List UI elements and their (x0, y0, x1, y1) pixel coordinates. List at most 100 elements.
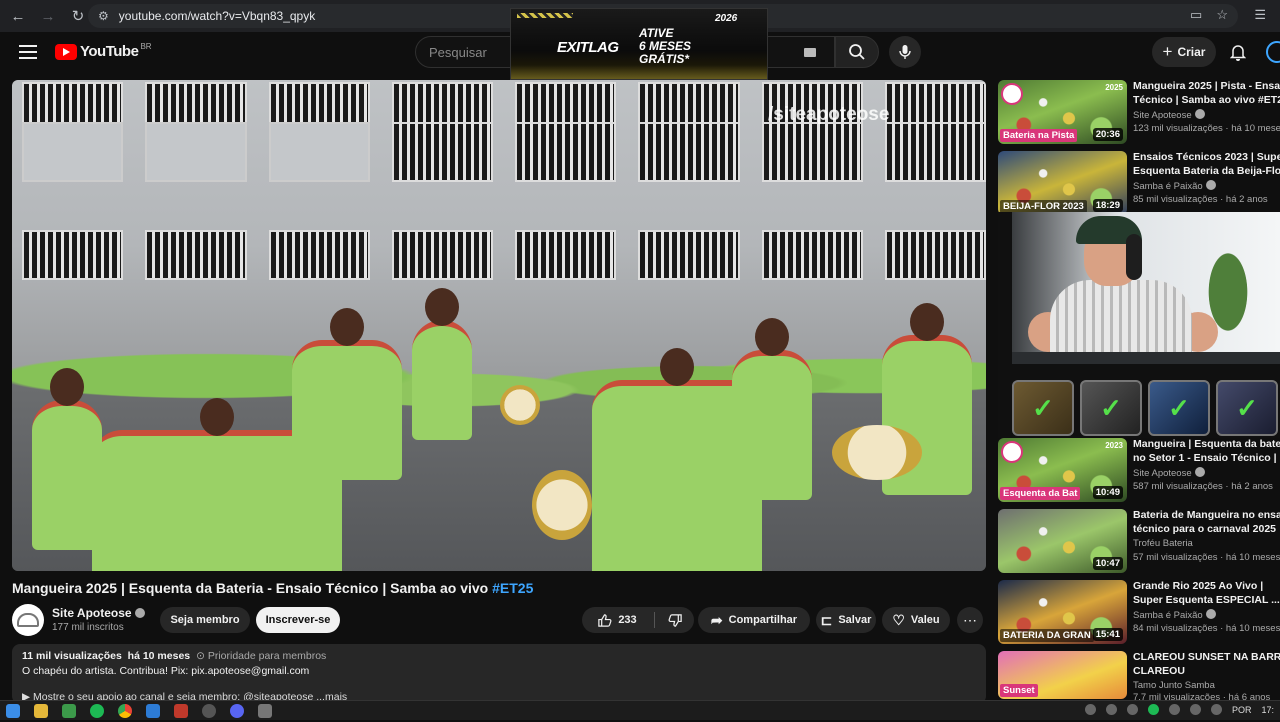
recommendation-channel[interactable]: Tamo Junto Samba (1133, 680, 1215, 691)
dislike-button[interactable] (660, 607, 690, 633)
bookmark-icon: ⊏ (820, 611, 833, 628)
performer (412, 288, 472, 440)
recommendation-title[interactable]: Mangueira | Esquenta da bateria no Setor … (1133, 438, 1280, 465)
recommendation-title[interactable]: CLAREOU SUNSET NA BARRA | CLAREOU (1133, 651, 1280, 678)
drum (832, 425, 922, 480)
file-explorer-icon[interactable] (34, 704, 48, 718)
account-avatar[interactable] (1266, 41, 1280, 63)
app-icon[interactable] (174, 704, 188, 718)
recommendation-channel[interactable]: Site Apoteose (1133, 467, 1205, 479)
join-label: Seja membro (170, 614, 240, 626)
volume-icon[interactable] (1210, 704, 1222, 715)
thumbnail-year: 2025 (1105, 83, 1123, 92)
cast-icon[interactable]: ▭ (1190, 7, 1202, 23)
recommendation-channel[interactable]: Site Apoteose (1133, 109, 1205, 121)
youtube-logo[interactable]: YouTube BR (55, 42, 152, 60)
spotify-icon[interactable] (90, 704, 104, 718)
video-hashtag-link[interactable]: #ET25 (492, 580, 533, 596)
recommendation-item[interactable]: 2023 Esquenta da Bat 10:49 Mangueira | Esq… (998, 438, 1280, 509)
video-title-text: Mangueira 2025 | Esquenta da Bateria - E… (12, 580, 493, 596)
video-thumbnail[interactable]: BATERIA DA GRAN 15:41 (998, 580, 1127, 644)
share-label: Compartilhar (728, 614, 798, 626)
search-icon (849, 44, 865, 60)
channel-logo (1001, 441, 1023, 463)
country-code: BR (140, 42, 152, 51)
description-box[interactable]: 11 mil visualizações há 10 meses ⊙ Priori… (12, 644, 986, 704)
forward-icon[interactable]: → (36, 4, 60, 28)
os-taskbar: POR 17: (0, 700, 1280, 720)
create-button[interactable]: + Criar (1152, 37, 1216, 67)
recommendation-channel[interactable]: Samba é Paixão (1133, 180, 1216, 192)
back-icon[interactable]: ← (6, 4, 30, 28)
video-player[interactable]: /siteapoteose (12, 80, 986, 571)
recommendation-channel[interactable]: Troféu Bateria (1133, 538, 1193, 549)
settings-icon[interactable] (258, 704, 272, 718)
subscribe-button[interactable]: Inscrever-se (256, 607, 340, 633)
video-thumbnail[interactable]: 10:47 (998, 509, 1127, 573)
tray-icon[interactable] (1168, 704, 1180, 715)
notifications-button[interactable] (1228, 42, 1248, 62)
video-thumbnail[interactable]: 2023 Esquenta da Bat 10:49 (998, 438, 1127, 502)
menu-icon[interactable] (18, 42, 38, 62)
reading-list-icon[interactable]: ☰ (1254, 7, 1266, 23)
recommendation-title[interactable]: Grande Rio 2025 Ao Vivo | Super Esquenta … (1133, 580, 1280, 607)
checkmark-icon: ✓ (1080, 380, 1142, 436)
channel-row: Site Apoteose 177 mil inscritos Seja mem… (12, 604, 986, 636)
recommendation-title[interactable]: Mangueira 2025 | Pista - Ensaio Técnico |… (1133, 80, 1280, 107)
recommendation-item[interactable]: 2025 Bateria na Pista 20:36 Mangueira 2025… (998, 80, 1280, 151)
recommendation-title[interactable]: Bateria de Mangueira no ensaio técnico pa… (1133, 509, 1280, 536)
channel-avatar[interactable] (12, 604, 44, 636)
app-icon[interactable] (62, 704, 76, 718)
tray-icon[interactable] (1126, 704, 1138, 715)
more-actions-button[interactable]: ⋯ (957, 607, 983, 633)
ad-stripe (517, 13, 573, 18)
video-thumbnail[interactable]: 2025 Bateria na Pista 20:36 (998, 80, 1127, 144)
recommendation-stats: 84 mil visualizações · há 10 meses (1133, 623, 1280, 634)
verified-icon (1194, 467, 1205, 477)
reload-icon[interactable]: ↻ (66, 4, 90, 28)
voice-search-button[interactable] (889, 36, 921, 68)
recommendation-item[interactable]: BATERIA DA GRAN 15:41 Grande Rio 2025 Ao … (998, 580, 1280, 651)
channel-name[interactable]: Site Apoteose (52, 606, 145, 620)
video-duration: 10:49 (1092, 486, 1123, 499)
channel-logo (1001, 83, 1023, 105)
bookmark-star-icon[interactable]: ☆ (1216, 7, 1228, 23)
video-title: Mangueira 2025 | Esquenta da Bateria - E… (12, 580, 533, 596)
verified-icon (1194, 109, 1205, 119)
site-info-icon[interactable]: ⚙ (98, 9, 109, 23)
recommendations-list: 2025 Bateria na Pista 20:36 Mangueira 2025… (998, 80, 1280, 222)
wifi-icon[interactable] (1189, 704, 1201, 715)
save-button[interactable]: ⊏ Salvar (816, 607, 876, 633)
recommendation-item[interactable]: 10:47 Bateria de Mangueira no ensaio técn… (998, 509, 1280, 580)
like-button[interactable]: 233 (588, 607, 646, 633)
clock[interactable]: 17: (1261, 705, 1274, 715)
share-button[interactable]: ➦ Compartilhar (698, 607, 810, 633)
discord-icon[interactable] (230, 704, 244, 718)
recommendation-title[interactable]: Ensaios Técnicos 2023 | Super Esquenta Ba… (1133, 151, 1280, 178)
video-duration: 15:41 (1092, 628, 1123, 641)
tray-icon[interactable] (1105, 704, 1117, 715)
tray-icon[interactable] (1147, 704, 1159, 715)
ad-banner[interactable]: EXITLAG ATIVE 6 MESES GRÁTIS* 2026 (510, 8, 768, 80)
thanks-button[interactable]: ♡ Valeu (882, 607, 950, 633)
priority-text: Prioridade para membros (207, 650, 327, 662)
app-icon[interactable] (146, 704, 160, 718)
video-thumbnail[interactable]: BEIJA-FLOR 2023 18:29 (998, 151, 1127, 215)
url-text: youtube.com/watch?v=Vbqn83_qpyk (118, 9, 316, 23)
language-indicator[interactable]: POR (1232, 705, 1252, 715)
game-tiles: ✓ ✓ ✓ ✓ (1012, 380, 1278, 436)
windows-start-icon[interactable] (6, 704, 20, 718)
chrome-icon[interactable] (118, 704, 132, 718)
recommendation-channel[interactable]: Samba é Paixão (1133, 609, 1216, 621)
tray-icon[interactable] (1084, 704, 1096, 715)
plus-icon: + (1162, 42, 1173, 61)
keyboard-icon[interactable] (804, 48, 816, 57)
search-button[interactable] (835, 36, 879, 68)
video-thumbnail[interactable]: Sunset (998, 651, 1127, 699)
bell-icon (1230, 45, 1246, 61)
thumbnail-caption: Bateria na Pista (1000, 129, 1078, 142)
join-button[interactable]: Seja membro (160, 607, 250, 633)
thumbnail-caption: Esquenta da Bat (1000, 487, 1081, 500)
video-duration: 10:47 (1092, 557, 1123, 570)
app-icon[interactable] (202, 704, 216, 718)
